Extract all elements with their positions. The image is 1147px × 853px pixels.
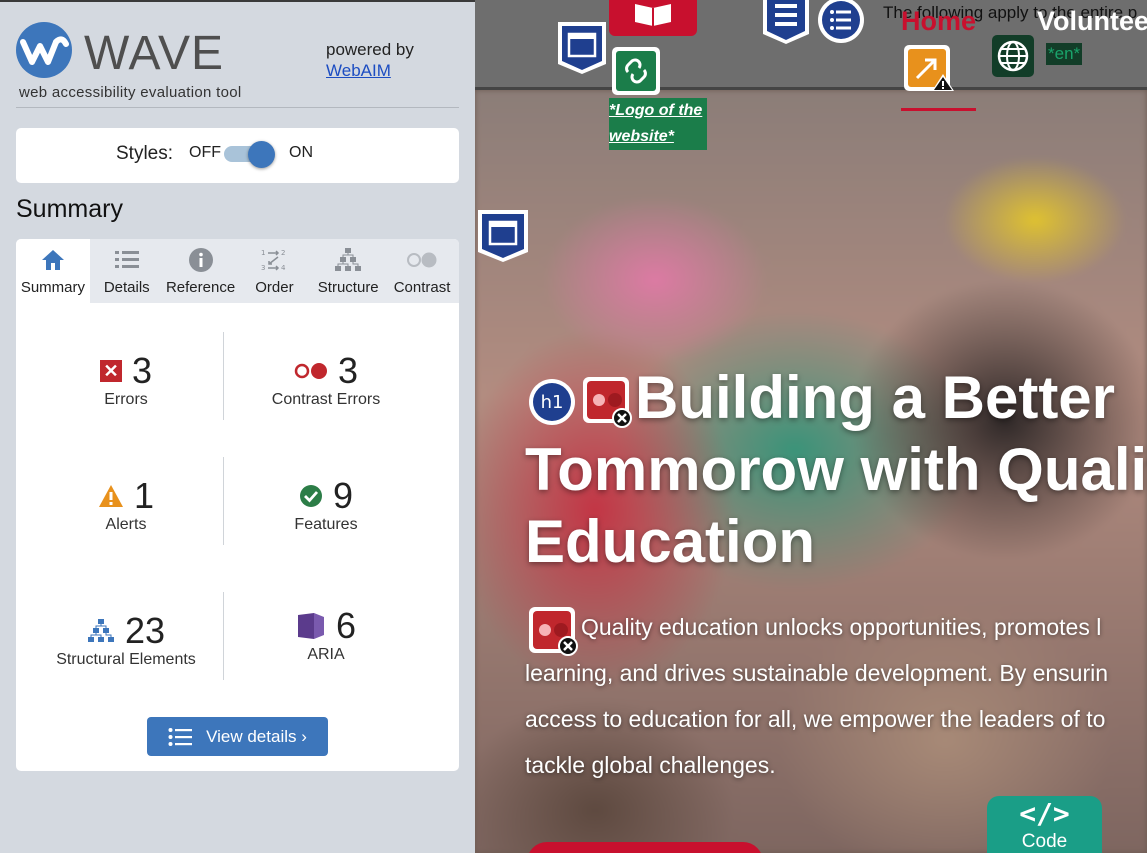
tab-structure[interactable]: Structure <box>311 239 385 303</box>
hero-heading-line1: Building a Better <box>635 364 1116 431</box>
powered-by: powered by WebAIM <box>326 39 414 81</box>
region-landmark-icon[interactable] <box>475 208 531 269</box>
error-icon: ✕ <box>99 360 122 382</box>
feature-check-icon <box>299 485 322 507</box>
order-icon: 1 2 3 4 <box>237 247 311 273</box>
redundant-link-alert-icon[interactable] <box>903 44 955 97</box>
tab-label: Order <box>255 279 294 296</box>
header-landmark-icon[interactable] <box>555 20 609 81</box>
hero-paragraph-line4: tackle global challenges. <box>525 752 776 778</box>
code-toggle-button[interactable]: </> Code <box>987 796 1102 853</box>
hero-cta-button[interactable] <box>527 842 763 853</box>
stat-alerts[interactable]: 1 Alerts <box>26 475 226 534</box>
unordered-list-icon[interactable] <box>817 0 865 49</box>
styles-toggle-knob[interactable] <box>248 141 275 168</box>
linked-image-icon[interactable] <box>611 46 661 101</box>
code-icon: </> <box>1019 797 1070 830</box>
contrast-error-icon <box>294 363 327 379</box>
svg-text:2: 2 <box>281 249 285 257</box>
wave-logo-text: WAVE <box>84 27 225 80</box>
structural-count: 23 <box>124 610 166 651</box>
hero-heading-line2: Tommorow with Quality <box>525 436 1147 503</box>
info-icon <box>164 247 238 273</box>
aria-label: ARIA <box>307 646 345 663</box>
language-globe-icon[interactable] <box>991 34 1035 83</box>
book-icon[interactable] <box>609 0 697 36</box>
wave-tagline: web accessibility evaluation tool <box>19 84 242 101</box>
list-icon <box>90 247 164 273</box>
hero-paragraph-line: Quality education unlocks opportunities,… <box>525 604 1147 650</box>
features-label: Features <box>294 516 358 533</box>
page-preview: The following apply to the entire p *Log… <box>475 0 1147 853</box>
view-details-button[interactable]: View details › <box>147 717 328 756</box>
tab-label: Structure <box>317 279 379 296</box>
errors-count: 3 <box>131 350 153 391</box>
alerts-label: Alerts <box>105 516 147 533</box>
tab-details[interactable]: Details <box>90 239 164 303</box>
logo-alt-text[interactable]: *Logo of the website* <box>609 98 707 150</box>
hero-paragraph-line1: Quality education unlocks opportunities,… <box>581 614 1102 640</box>
contrast-errors-count: 3 <box>337 350 359 391</box>
summary-panel: Summary Details Reference 1234 Order Str… <box>16 239 459 771</box>
aria-count: 6 <box>335 605 357 646</box>
tab-label: Reference <box>165 279 236 296</box>
stat-features[interactable]: 9 Features <box>226 475 426 534</box>
view-details-label: View details › <box>206 726 307 746</box>
errors-label: Errors <box>104 391 148 408</box>
powered-by-label: powered by <box>326 40 414 59</box>
contrast-errors-label: Contrast Errors <box>271 391 381 408</box>
tab-order[interactable]: 1 2 3 4 Order <box>237 239 311 303</box>
styles-off-label: OFF <box>189 144 221 161</box>
alert-icon <box>98 485 123 507</box>
summary-heading: Summary <box>16 195 123 223</box>
features-count: 9 <box>332 475 354 516</box>
nav-link-volunteer[interactable]: Voluntee <box>1037 6 1147 37</box>
tab-summary[interactable]: Summary <box>16 239 90 303</box>
structure-icon <box>87 619 114 642</box>
structural-label: Structural Elements <box>56 651 196 668</box>
styles-toggle-box: Styles: OFF ON <box>16 128 459 183</box>
language-tag: *en* <box>1046 43 1083 65</box>
stat-contrast-errors[interactable]: 3 Contrast Errors <box>226 350 426 409</box>
wave-sidebar: WAVE web accessibility evaluation tool p… <box>0 0 475 853</box>
tab-label: Contrast <box>393 279 451 296</box>
panel-tabs: Summary Details Reference 1 2 3 4 Order Str… <box>16 239 459 303</box>
tab-label: Details <box>103 279 150 296</box>
stat-aria[interactable]: 6 ARIA <box>226 605 426 664</box>
tab-label: Summary <box>20 279 85 296</box>
svg-text:4: 4 <box>281 264 286 272</box>
wave-logo-icon <box>16 22 72 78</box>
home-icon <box>16 247 90 273</box>
tab-reference[interactable]: Reference <box>164 239 238 303</box>
hero-heading-line: Building a Better <box>525 362 1147 434</box>
alerts-count: 1 <box>133 475 155 516</box>
styles-label: Styles: <box>116 143 174 164</box>
hero-heading: Building a Better Tommorow with Quality … <box>525 362 1147 578</box>
aria-icon <box>297 613 324 639</box>
contrast-icon <box>385 247 459 273</box>
svg-text:3: 3 <box>261 264 265 272</box>
wave-brand: WAVE web accessibility evaluation tool p… <box>16 22 459 108</box>
hierarchy-icon <box>311 247 385 273</box>
hero-paragraph: Quality education unlocks opportunities,… <box>525 604 1147 788</box>
stat-errors[interactable]: ✕ 3 Errors <box>26 350 226 409</box>
list-icon <box>168 727 193 746</box>
hero-paragraph-line3: access to education for all, we empower … <box>525 706 1106 732</box>
list-landmark-icon[interactable] <box>761 0 811 51</box>
code-label: Code <box>1021 831 1068 852</box>
hero-paragraph-line2: learning, and drives sustainable develop… <box>525 660 1109 686</box>
styles-on-label: ON <box>289 144 313 161</box>
tab-contrast[interactable]: Contrast <box>385 239 459 303</box>
hero-heading-line3: Education <box>525 508 816 575</box>
svg-text:1: 1 <box>261 249 265 257</box>
stat-structural[interactable]: 23 Structural Elements <box>26 610 226 669</box>
webaim-link[interactable]: WebAIM <box>326 60 414 81</box>
